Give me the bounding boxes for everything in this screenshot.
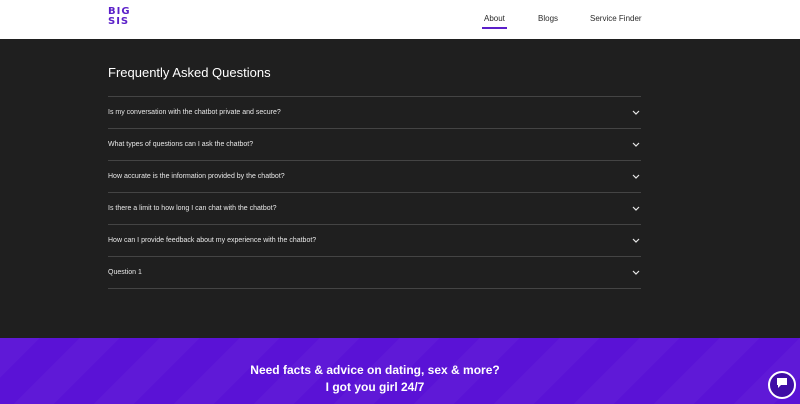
faq-list: Is my conversation with the chatbot priv… [108, 96, 641, 289]
logo[interactable]: BIG SIS [108, 7, 132, 27]
promo-text: Need facts & advice on dating, sex & mor… [250, 363, 500, 394]
chevron-down-icon [631, 108, 641, 118]
faq-item[interactable]: How can I provide feedback about my expe… [108, 225, 641, 257]
faq-item[interactable]: Question 1 [108, 257, 641, 289]
faq-question: Question 1 [108, 269, 142, 276]
faq-section: Frequently Asked Questions Is my convers… [0, 39, 800, 338]
faq-item[interactable]: Is there a limit to how long I can chat … [108, 193, 641, 225]
faq-question: How can I provide feedback about my expe… [108, 237, 317, 244]
chevron-down-icon [631, 236, 641, 246]
faq-item[interactable]: Is my conversation with the chatbot priv… [108, 97, 641, 129]
chevron-down-icon [631, 140, 641, 150]
faq-question: What types of questions can I ask the ch… [108, 141, 254, 148]
nav-service-finder[interactable]: Service Finder [590, 14, 642, 23]
chevron-down-icon [631, 204, 641, 214]
faq-title: Frequently Asked Questions [108, 65, 271, 80]
faq-question: Is my conversation with the chatbot priv… [108, 109, 281, 116]
chat-bubble-icon [775, 376, 789, 395]
nav-about[interactable]: About [482, 14, 507, 29]
chevron-down-icon [631, 268, 641, 278]
promo-banner: Need facts & advice on dating, sex & mor… [0, 338, 800, 404]
nav-blogs[interactable]: Blogs [538, 14, 558, 23]
faq-question: Is there a limit to how long I can chat … [108, 205, 277, 212]
faq-question: How accurate is the information provided… [108, 173, 285, 180]
logo-line-2: SIS [108, 16, 130, 27]
chevron-down-icon [631, 172, 641, 182]
faq-item[interactable]: How accurate is the information provided… [108, 161, 641, 193]
chat-button[interactable] [768, 371, 796, 399]
faq-item[interactable]: What types of questions can I ask the ch… [108, 129, 641, 161]
site-header: BIG SIS About Blogs Service Finder [0, 0, 800, 39]
